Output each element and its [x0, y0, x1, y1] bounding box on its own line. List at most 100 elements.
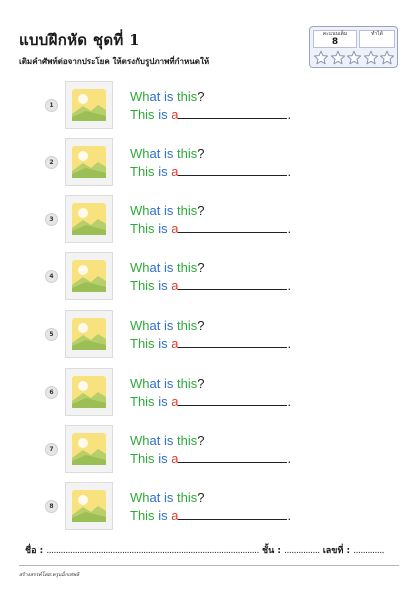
- question-at: at: [149, 146, 161, 161]
- question-this: this: [176, 433, 198, 448]
- exercise-row: 3 What is this? This is a.: [0, 193, 420, 245]
- image-placeholder-icon: [72, 490, 106, 522]
- question-is: is: [163, 260, 174, 275]
- exercise-image: [65, 81, 113, 129]
- exercise-number: 6: [45, 386, 58, 399]
- exercise-image: [65, 310, 113, 358]
- answer-blank[interactable]: [178, 220, 288, 233]
- question-mark: ?: [197, 260, 205, 275]
- class-field: ...............: [284, 546, 320, 556]
- question-at: at: [149, 376, 161, 391]
- exercise-image: [65, 195, 113, 243]
- exercise-row: 7 What is this? This is a.: [0, 423, 420, 475]
- star-icon: [346, 50, 362, 65]
- question-wh: Wh: [130, 260, 150, 275]
- answer-blank[interactable]: [178, 277, 288, 290]
- answer-is: is: [158, 508, 168, 523]
- instruction-text: เติมคำศัพท์ต่อจากประโยค ให้ตรงกับรูปภาพท…: [19, 57, 210, 66]
- question-line: What is this?: [130, 260, 204, 275]
- question-at: at: [149, 89, 161, 104]
- question-at: at: [149, 490, 161, 505]
- answer-period: .: [287, 221, 292, 236]
- answer-this: This: [130, 164, 155, 179]
- answer-is: is: [158, 221, 168, 236]
- answer-line: This is a.: [130, 335, 291, 351]
- answer-blank[interactable]: [178, 335, 288, 348]
- answer-is: is: [158, 107, 168, 122]
- exercise-number: 4: [45, 270, 58, 283]
- answer-this: This: [130, 221, 155, 236]
- answer-blank[interactable]: [178, 163, 288, 176]
- question-wh: Wh: [130, 376, 150, 391]
- question-line: What is this?: [130, 490, 204, 505]
- answer-article: a: [171, 451, 179, 466]
- answer-article: a: [171, 107, 179, 122]
- name-label: ชื่อ :: [25, 546, 44, 556]
- answer-article: a: [171, 164, 179, 179]
- answer-is: is: [158, 451, 168, 466]
- answer-blank[interactable]: [178, 106, 288, 119]
- exercise-number: 3: [45, 213, 58, 226]
- answer-period: .: [287, 451, 292, 466]
- exercise-image: [65, 425, 113, 473]
- answer-article: a: [171, 221, 179, 236]
- question-line: What is this?: [130, 318, 204, 333]
- star-icon: [379, 50, 395, 65]
- full-score-cell: คะแนนเต็ม 8: [313, 30, 357, 48]
- answer-line: This is a.: [130, 106, 291, 122]
- exercise-number: 7: [45, 443, 58, 456]
- answer-this: This: [130, 451, 155, 466]
- answer-period: .: [287, 394, 292, 409]
- answer-blank[interactable]: [178, 507, 288, 520]
- answer-line: This is a.: [130, 450, 291, 466]
- question-this: this: [176, 318, 198, 333]
- class-label: ชั้น :: [262, 546, 282, 556]
- answer-this: This: [130, 508, 155, 523]
- star-icon: [330, 50, 345, 65]
- answer-article: a: [171, 394, 179, 409]
- answer-line: This is a.: [130, 393, 291, 409]
- question-wh: Wh: [130, 203, 150, 218]
- exercise-number: 1: [45, 99, 58, 112]
- answer-blank[interactable]: [178, 393, 288, 406]
- question-at: at: [149, 203, 161, 218]
- answer-is: is: [158, 394, 168, 409]
- exercise-row: 8 What is this? This is a.: [0, 480, 420, 532]
- question-at: at: [149, 318, 161, 333]
- exercise-row: 2 What is this? This is a.: [0, 136, 420, 188]
- star-rating: [313, 50, 395, 66]
- answer-period: .: [287, 508, 292, 523]
- answer-article: a: [171, 336, 179, 351]
- question-wh: Wh: [130, 318, 150, 333]
- answer-period: .: [287, 278, 292, 293]
- question-this: this: [176, 89, 198, 104]
- exercise-image: [65, 368, 113, 416]
- question-wh: Wh: [130, 89, 150, 104]
- exercise-row: 1 What is this? This is a.: [0, 79, 420, 131]
- image-placeholder-icon: [72, 260, 106, 292]
- page-title: แบบฝึกหัด ชุดที่ 1: [19, 31, 140, 49]
- answer-is: is: [158, 164, 168, 179]
- exercise-image: [65, 482, 113, 530]
- question-this: this: [176, 490, 198, 505]
- star-icon: [313, 50, 329, 65]
- question-is: is: [163, 490, 174, 505]
- number-label: เลขที่ :: [322, 546, 351, 556]
- question-is: is: [163, 203, 174, 218]
- question-wh: Wh: [130, 146, 150, 161]
- image-placeholder-icon: [72, 318, 106, 350]
- full-score-value: 8: [331, 37, 339, 47]
- image-placeholder-icon: [72, 89, 106, 121]
- answer-is: is: [158, 278, 168, 293]
- question-is: is: [163, 318, 174, 333]
- name-field: ........................................…: [46, 546, 259, 556]
- question-this: this: [176, 260, 198, 275]
- question-mark: ?: [197, 490, 205, 505]
- footer-divider: [19, 565, 399, 566]
- answer-line: This is a.: [130, 507, 291, 523]
- exercise-number: 2: [45, 156, 58, 169]
- answer-blank[interactable]: [178, 450, 288, 463]
- question-is: is: [163, 89, 174, 104]
- answer-line: This is a.: [130, 220, 291, 236]
- answer-this: This: [130, 336, 155, 351]
